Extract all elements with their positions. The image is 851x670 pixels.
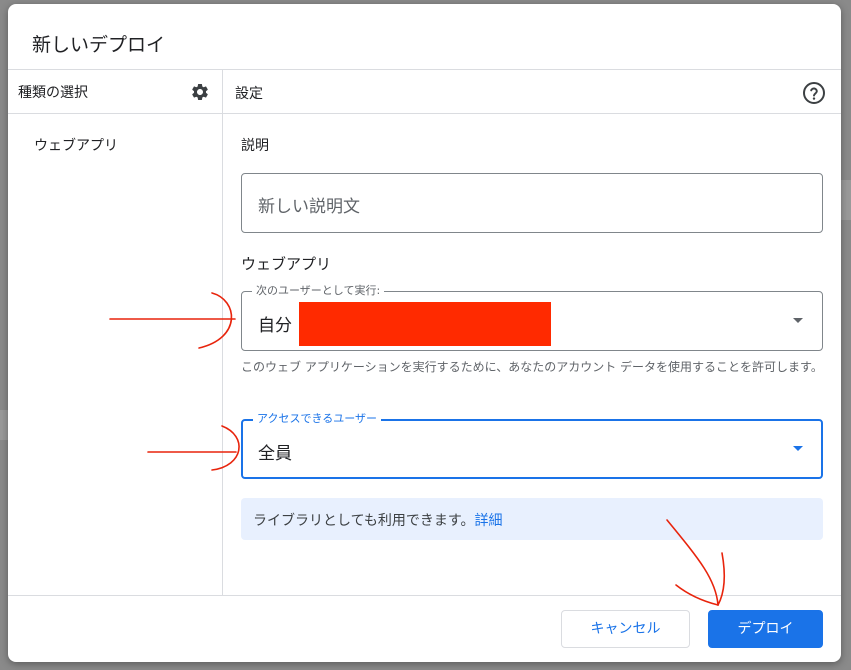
settings-header: 設定 [235, 86, 263, 102]
web-app-section-title: ウェブアプリ [241, 255, 332, 273]
info-text: ライブラリとしても利用できます。詳細 [253, 510, 502, 530]
background-strip [0, 410, 8, 440]
type-item-web-app[interactable]: ウェブアプリ [34, 135, 118, 155]
new-deployment-dialog: 新しいデプロイ 種類の選択 ウェブアプリ 設定 説明 新しい説明文 ウェブアプリ… [8, 4, 841, 662]
deploy-button[interactable]: デプロイ [708, 610, 823, 648]
execute-as-value: 自分 [258, 316, 292, 336]
cancel-button[interactable]: キャンセル [561, 610, 690, 648]
library-info-box: ライブラリとしても利用できます。詳細 [241, 498, 823, 540]
divider [8, 113, 841, 114]
description-input[interactable]: 新しい説明文 [241, 173, 823, 233]
dropdown-arrow-icon [793, 446, 803, 451]
description-label: 説明 [241, 138, 269, 154]
access-label: アクセスできるユーザー [253, 411, 382, 427]
access-select[interactable]: アクセスできるユーザー 全員 [241, 411, 823, 479]
execute-as-select[interactable]: 次のユーザーとして実行: 自分 [241, 283, 823, 351]
execute-as-helper-text: このウェブ アプリケーションを実行するために、あなたのアカウント データを使用す… [241, 360, 823, 374]
dropdown-arrow-icon [793, 318, 803, 323]
divider [8, 595, 841, 596]
gear-icon[interactable] [190, 82, 210, 102]
details-link[interactable]: 詳細 [474, 513, 502, 529]
access-value: 全員 [258, 444, 292, 464]
info-message: ライブラリとしても利用できます。 [253, 513, 475, 529]
redaction-box [299, 302, 551, 346]
background-strip [841, 180, 851, 220]
divider [8, 69, 841, 70]
type-selection-header: 種類の選択 [18, 85, 88, 101]
dialog-title: 新しいデプロイ [32, 34, 166, 56]
panel-divider [222, 70, 223, 595]
help-icon[interactable] [802, 81, 826, 105]
execute-as-label: 次のユーザーとして実行: [252, 283, 385, 299]
